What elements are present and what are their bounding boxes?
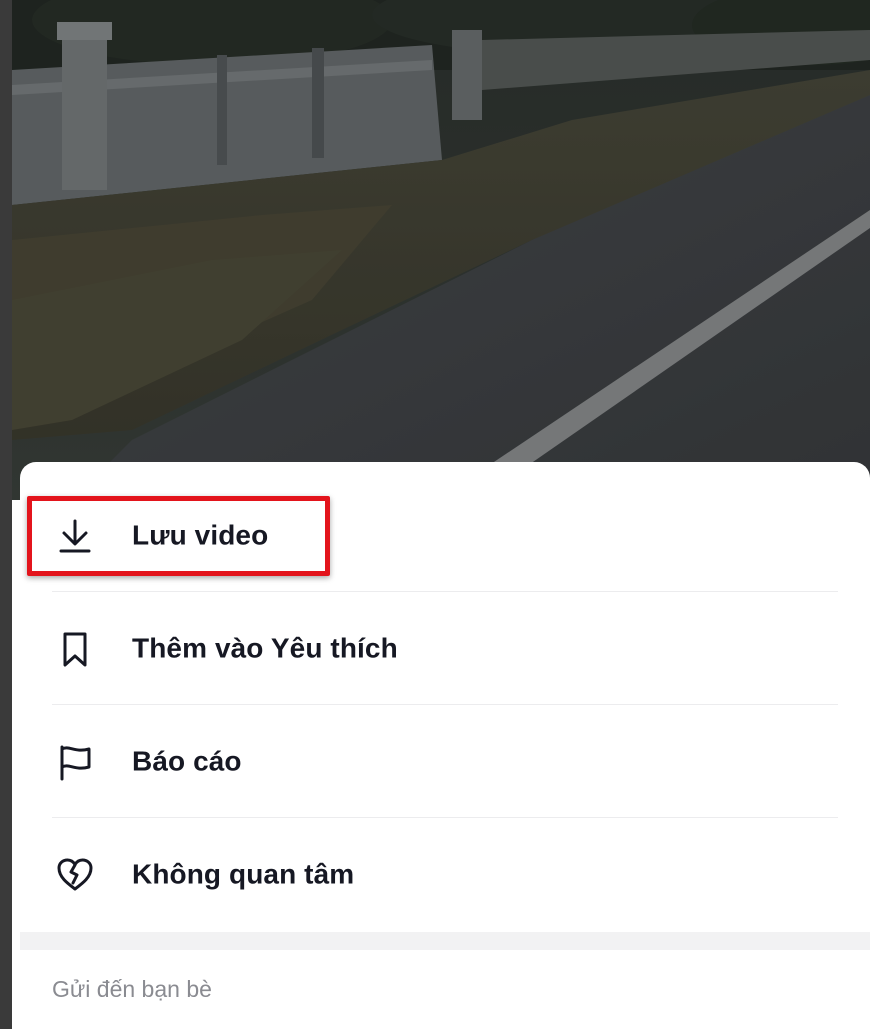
options-bottom-sheet: Lưu video Thêm vào Yêu thích Báo cáo Khô…	[20, 462, 870, 1029]
broken-heart-icon	[52, 852, 98, 898]
menu-item-add-favorites[interactable]: Thêm vào Yêu thích	[20, 592, 870, 705]
video-frame-image	[12, 0, 870, 500]
section-separator	[20, 932, 870, 950]
menu-item-save-video[interactable]: Lưu video	[20, 479, 870, 592]
share-section-title: Gửi đến bạn bè	[52, 976, 212, 1002]
download-icon	[52, 513, 98, 559]
menu-item-label: Không quan tâm	[132, 857, 355, 889]
menu-item-report[interactable]: Báo cáo	[20, 705, 870, 818]
screenshot-frame: Lưu video Thêm vào Yêu thích Báo cáo Khô…	[0, 0, 870, 1029]
bookmark-icon	[52, 626, 98, 672]
menu-item-label: Thêm vào Yêu thích	[132, 631, 398, 663]
screen-edge	[0, 0, 12, 1029]
video-background	[12, 0, 870, 500]
flag-icon	[52, 739, 98, 785]
menu-item-not-interested[interactable]: Không quan tâm	[20, 818, 870, 931]
menu-item-label: Báo cáo	[132, 744, 242, 776]
menu-item-label: Lưu video	[132, 518, 269, 550]
